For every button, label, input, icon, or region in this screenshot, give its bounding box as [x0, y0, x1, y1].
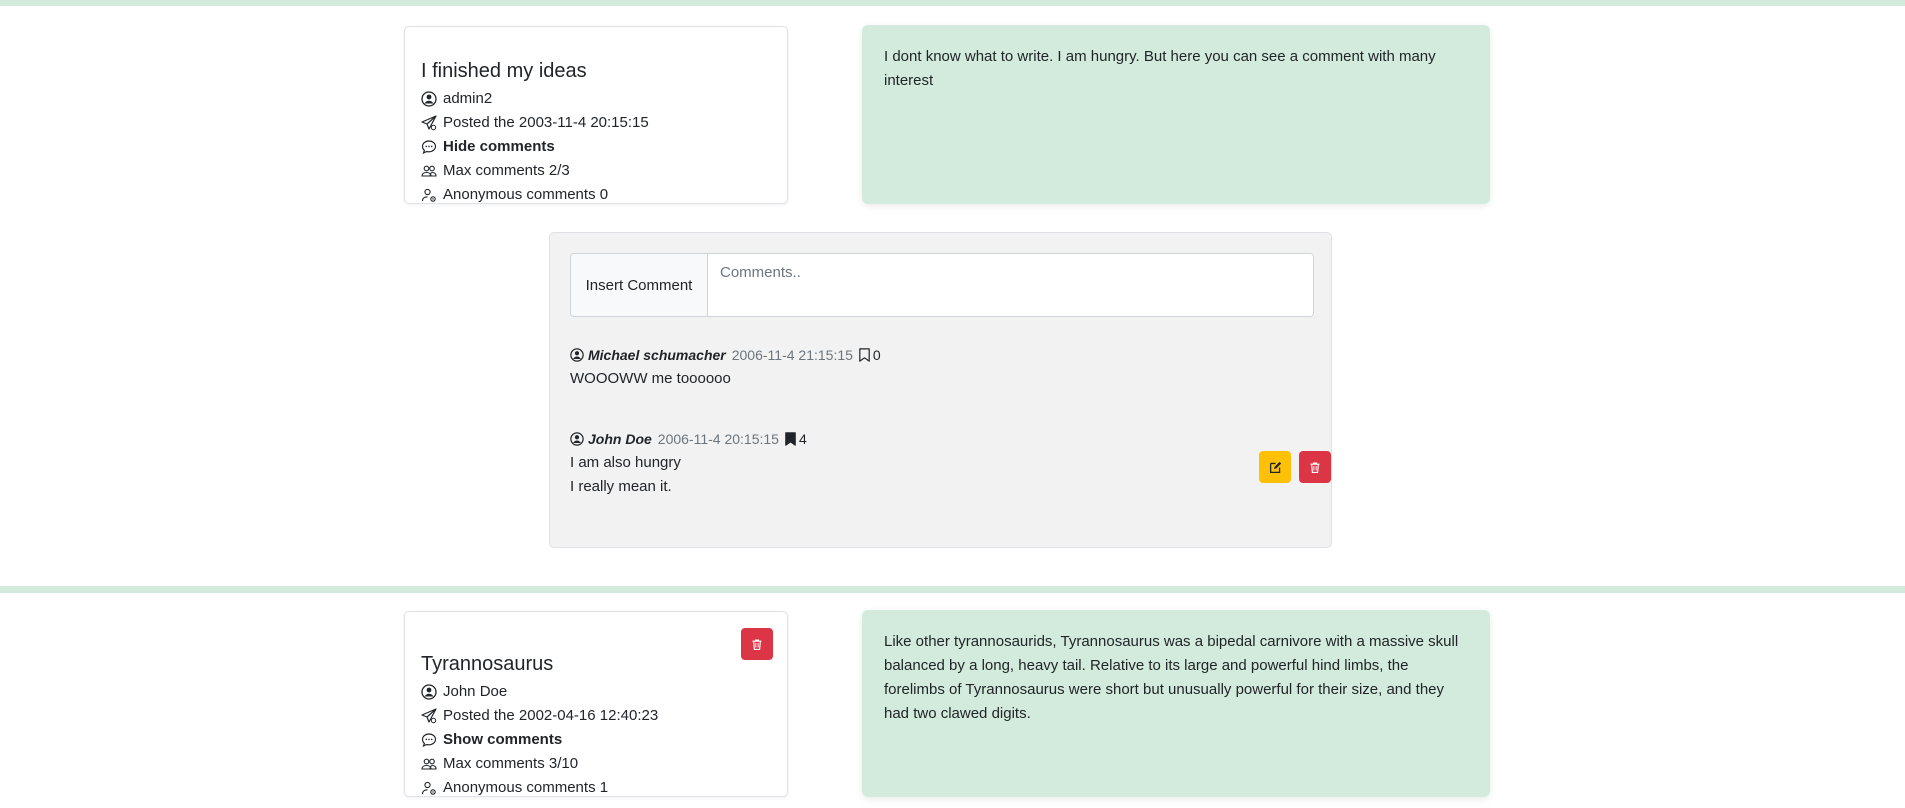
person-circle-icon	[570, 348, 584, 362]
delete-comment-button[interactable]	[1299, 451, 1331, 483]
post-card: I finished my ideas admin2 Posted the 20…	[404, 26, 788, 204]
person-circle-icon	[421, 684, 437, 700]
send-icon	[421, 115, 437, 131]
post-title: I finished my ideas	[421, 60, 587, 82]
comments-panel: Insert Comment Michael schumacher 2006-1…	[549, 232, 1332, 548]
post-author: admin2	[421, 87, 771, 111]
bookmark-count: 4	[798, 431, 807, 447]
delete-post-button[interactable]	[741, 628, 773, 660]
bookmark-toggle[interactable]: 4	[783, 429, 807, 449]
insert-comment-label: Insert Comment	[571, 254, 708, 316]
bookmark-icon[interactable]	[783, 431, 798, 447]
post-body: Like other tyrannosaurids, Tyrannosaurus…	[862, 610, 1490, 797]
comment-text-line: I am also hungry	[570, 454, 681, 471]
comment-input[interactable]	[708, 254, 1313, 316]
comment-item: John Doe 2006-11-4 20:15:15 4 I am also …	[570, 429, 1331, 499]
person-gear-icon	[421, 780, 437, 796]
post-date: Posted the 2002-04-16 12:40:23	[421, 704, 771, 728]
bookmark-count: 0	[872, 347, 881, 363]
comment-author: John Doe	[588, 431, 652, 447]
pencil-square-icon	[1269, 461, 1281, 473]
comment-text-line: I really mean it.	[570, 478, 672, 495]
author-name: John Doe	[443, 683, 508, 700]
max-comments: Max comments 3/10	[421, 752, 771, 776]
comment-author: Michael schumacher	[588, 347, 726, 363]
top-divider	[0, 0, 1905, 6]
toggle-comments-button[interactable]: Hide comments	[421, 135, 771, 159]
bookmark-icon[interactable]	[857, 347, 872, 363]
people-icon	[421, 163, 437, 179]
anonymous-comments: Anonymous comments 1	[421, 776, 771, 800]
post-date: Posted the 2003-11-4 20:15:15	[421, 111, 771, 135]
bookmark-toggle[interactable]: 0	[857, 345, 881, 365]
comment-date: 2006-11-4 21:15:15	[731, 347, 853, 363]
person-circle-icon	[421, 91, 437, 107]
toggle-comments-label[interactable]: Hide comments	[443, 135, 555, 159]
chat-icon	[421, 732, 437, 748]
toggle-comments-label[interactable]: Show comments	[443, 728, 562, 752]
send-icon	[421, 708, 437, 724]
anonymous-comments: Anonymous comments 0	[421, 183, 771, 207]
anonymous-comments-text: Anonymous comments 1	[443, 779, 609, 796]
section-divider	[0, 586, 1905, 593]
person-circle-icon	[570, 432, 584, 446]
comment-date: 2006-11-4 20:15:15	[657, 431, 779, 447]
post-card: Tyrannosaurus John Doe Posted the 2002-0…	[404, 611, 788, 797]
people-icon	[421, 756, 437, 772]
max-comments-text: Max comments 3/10	[443, 755, 579, 772]
trash-icon	[1310, 461, 1320, 473]
comment-text: WOOOWW me toooooo	[570, 370, 731, 387]
person-gear-icon	[421, 187, 437, 203]
max-comments-text: Max comments 2/3	[443, 162, 570, 179]
trash-icon	[752, 638, 762, 650]
post-body: I dont know what to write. I am hungry. …	[862, 25, 1490, 204]
author-name: admin2	[443, 90, 493, 107]
chat-icon	[421, 139, 437, 155]
max-comments: Max comments 2/3	[421, 159, 771, 183]
insert-comment-group: Insert Comment	[570, 253, 1314, 317]
posted-text: Posted the 2002-04-16 12:40:23	[443, 707, 659, 724]
posted-text: Posted the 2003-11-4 20:15:15	[443, 114, 649, 131]
post-author: John Doe	[421, 680, 771, 704]
post-title: Tyrannosaurus	[421, 653, 554, 675]
anonymous-comments-text: Anonymous comments 0	[443, 186, 609, 203]
comment-header: Michael schumacher 2006-11-4 21:15:15 0	[570, 345, 1312, 365]
edit-comment-button[interactable]	[1259, 451, 1291, 483]
comment-item: Michael schumacher 2006-11-4 21:15:15 0 …	[570, 345, 1312, 391]
toggle-comments-button[interactable]: Show comments	[421, 728, 771, 752]
comment-header: John Doe 2006-11-4 20:15:15 4	[570, 429, 1312, 449]
